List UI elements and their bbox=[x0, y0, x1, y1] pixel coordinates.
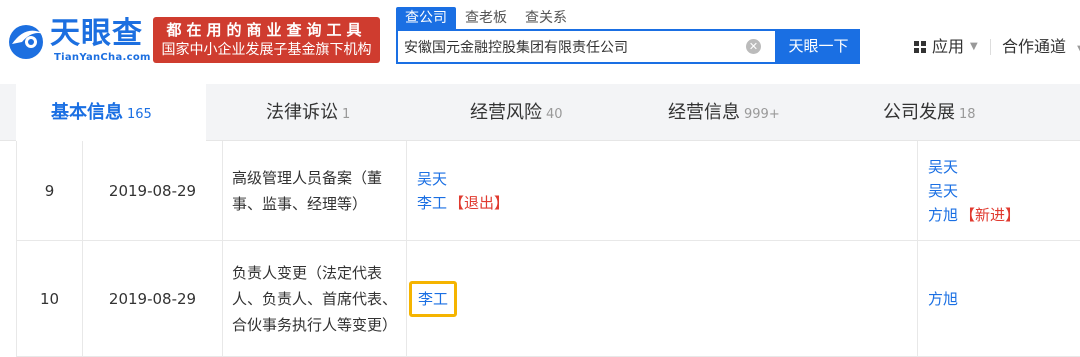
tab-count: 165 bbox=[127, 107, 152, 122]
tab-count: 18 bbox=[959, 107, 976, 122]
search-input[interactable] bbox=[404, 31, 734, 62]
tab-search-relation[interactable]: 查关系 bbox=[516, 7, 576, 29]
logo-text: 天眼查 bbox=[50, 16, 143, 51]
person-link[interactable]: 李工 bbox=[417, 194, 447, 212]
exit-tag: 【退出】 bbox=[449, 193, 510, 212]
row-index: 9 bbox=[16, 141, 83, 240]
person-entry: 吴天 bbox=[417, 167, 917, 191]
person-entry: 方旭 bbox=[928, 287, 1080, 311]
table-row: 10 2019-08-29 负责人变更（法定代表人、负责人、首席代表、合伙事务执… bbox=[16, 241, 1080, 357]
top-header: 天眼查 TianYanCha.com 都在用的商业查询工具 国家中小企业发展子基… bbox=[0, 0, 1080, 84]
slogan-line-2: 国家中小企业发展子基金旗下机构 bbox=[161, 42, 372, 58]
grid-icon bbox=[914, 40, 927, 54]
person-entry: 吴天 bbox=[928, 179, 1080, 203]
person-link[interactable]: 吴天 bbox=[928, 182, 958, 200]
table-row: 9 2019-08-29 高级管理人员备案（董事、监事、经理等） 吴天 李工 【退… bbox=[16, 141, 1080, 241]
person-link[interactable]: 方旭 bbox=[928, 290, 958, 308]
tab-development[interactable]: 公司发展 18 bbox=[883, 84, 976, 141]
person-entry: 李工 【退出】 bbox=[417, 191, 917, 215]
logo-domain: TianYanCha.com bbox=[54, 52, 151, 63]
change-item: 负责人变更（法定代表人、负责人、首席代表、合伙事务执行人等变更） bbox=[223, 241, 407, 356]
tab-label: 经营信息 bbox=[668, 102, 740, 123]
search-type-tabs: 查公司 查老板 查关系 bbox=[396, 7, 576, 29]
tab-risk[interactable]: 经营风险 40 bbox=[470, 84, 563, 141]
tab-label: 经营风险 bbox=[470, 102, 542, 123]
after-change: 吴天 吴天 方旭 【新进】 bbox=[918, 141, 1080, 240]
caret-down-icon: ▼ bbox=[970, 41, 978, 52]
search-box: ✕ bbox=[396, 29, 777, 64]
slogan-banner: 都在用的商业查询工具 国家中小企业发展子基金旗下机构 bbox=[153, 17, 380, 63]
header-divider bbox=[990, 39, 991, 55]
logo-icon bbox=[9, 25, 44, 59]
tab-label: 法律诉讼 bbox=[266, 102, 338, 123]
change-item: 高级管理人员备案（董事、监事、经理等） bbox=[223, 141, 407, 240]
partner-menu[interactable]: 合作通道 ▼ bbox=[1002, 36, 1080, 61]
tab-count: 40 bbox=[546, 107, 563, 122]
partner-label: 合作通道 bbox=[1002, 37, 1067, 56]
person-link-highlighted[interactable]: 李工 bbox=[409, 280, 457, 317]
tab-legal[interactable]: 法律诉讼 1 bbox=[266, 84, 350, 141]
person-link[interactable]: 吴天 bbox=[417, 170, 447, 188]
change-date: 2019-08-29 bbox=[83, 141, 223, 240]
apps-label: 应用 bbox=[932, 37, 965, 56]
section-nav: 基本信息 165 法律诉讼 1 经营风险 40 经营信息 999+ 公司发展 18 bbox=[0, 84, 1080, 141]
before-change: 吴天 李工 【退出】 bbox=[407, 141, 918, 240]
tab-search-boss[interactable]: 查老板 bbox=[456, 7, 516, 29]
after-change: 方旭 bbox=[918, 241, 1080, 356]
person-link[interactable]: 方旭 bbox=[928, 206, 958, 224]
tab-operation[interactable]: 经营信息 999+ bbox=[668, 84, 780, 141]
tab-search-company[interactable]: 查公司 bbox=[396, 7, 456, 29]
person-entry: 李工 bbox=[409, 280, 917, 317]
search-button[interactable]: 天眼一下 bbox=[777, 29, 860, 64]
person-entry: 吴天 bbox=[928, 155, 1080, 179]
tab-basic-info[interactable]: 基本信息 165 bbox=[16, 84, 206, 141]
tab-count: 1 bbox=[342, 107, 351, 122]
logo[interactable]: 天眼查 TianYanCha.com bbox=[6, 16, 150, 68]
person-link[interactable]: 吴天 bbox=[928, 158, 958, 176]
clear-icon[interactable]: ✕ bbox=[746, 39, 761, 54]
person-entry: 方旭 【新进】 bbox=[928, 203, 1080, 227]
change-date: 2019-08-29 bbox=[83, 241, 223, 356]
tab-label: 公司发展 bbox=[883, 102, 955, 123]
row-index: 10 bbox=[16, 241, 83, 356]
apps-menu[interactable]: 应用 ▼ bbox=[914, 36, 978, 58]
tab-label: 基本信息 bbox=[51, 102, 123, 123]
before-change: 李工 bbox=[407, 241, 918, 356]
slogan-line-1: 都在用的商业查询工具 bbox=[166, 21, 367, 39]
tab-count: 999+ bbox=[744, 107, 780, 122]
new-tag: 【新进】 bbox=[960, 205, 1021, 224]
